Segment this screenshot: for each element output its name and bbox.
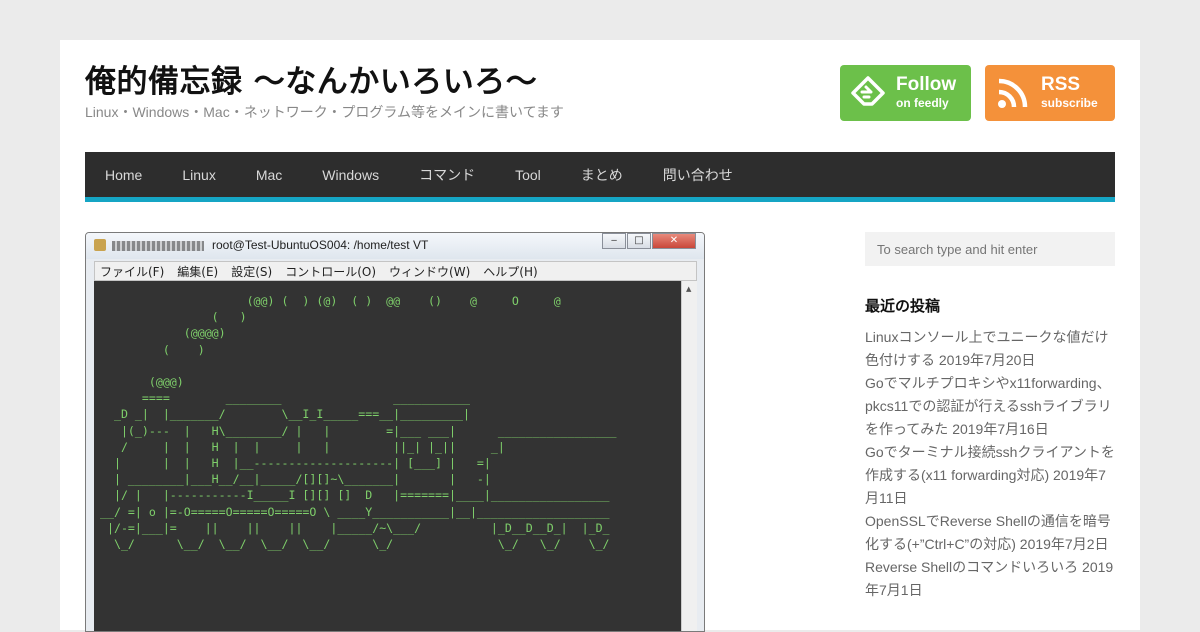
recent-post-link[interactable]: Reverse Shellのコマンドいろいろ bbox=[865, 559, 1078, 575]
terminal-scrollbar: ▲ bbox=[681, 281, 697, 631]
search-input[interactable] bbox=[865, 232, 1115, 266]
window-title: root@Test-UbuntuOS004: /home/test VT bbox=[212, 238, 429, 252]
site-description: Linux・Windows・Mac・ネットワーク・プログラム等をメインに書いてま… bbox=[85, 104, 564, 120]
rss-sub-label: subscribe bbox=[1041, 96, 1098, 110]
menu-edit: 編集(E) bbox=[177, 264, 219, 279]
maximize-icon: □ bbox=[627, 233, 651, 249]
terminal-output: (@@) ( ) (@) ( ) @@ () @ O @ ( ) (@@@@) … bbox=[94, 281, 681, 631]
sl-train-ascii: (@@) ( ) (@) ( ) @@ () @ O @ ( ) (@@@@) … bbox=[100, 294, 617, 552]
rss-subscribe-button[interactable]: RSS subscribe bbox=[985, 65, 1115, 121]
nav-item-mac[interactable]: Mac bbox=[256, 167, 282, 183]
nav-item-home[interactable]: Home bbox=[105, 167, 142, 183]
nav-item-tool[interactable]: Tool bbox=[515, 167, 541, 183]
post-date: 2019年7月2日 bbox=[1019, 536, 1109, 552]
site-title[interactable]: 俺的備忘録 〜なんかいろいろ〜 bbox=[85, 56, 537, 101]
list-item: OpenSSLでReverse Shellの通信を暗号化する(+”Ctrl+C”… bbox=[865, 510, 1115, 556]
list-item: Goでターミナル接続sshクライアントを作成する(x11 forwarding対… bbox=[865, 441, 1115, 510]
minimize-icon: ‒ bbox=[602, 233, 626, 249]
nav-item-command[interactable]: コマンド bbox=[419, 165, 475, 185]
post-date: 2019年7月16日 bbox=[952, 421, 1049, 437]
menu-control: コントロール(O) bbox=[285, 264, 377, 279]
nav-item-linux[interactable]: Linux bbox=[182, 167, 215, 183]
list-item: Goでマルチプロキシやx11forwarding、pkcs11での認証が行えるs… bbox=[865, 372, 1115, 441]
menu-file: ファイル(F) bbox=[100, 264, 165, 279]
nav-item-contact[interactable]: 問い合わせ bbox=[663, 165, 733, 185]
app-icon bbox=[94, 239, 106, 251]
feedly-icon bbox=[851, 76, 885, 106]
list-item: Reverse Shellのコマンドいろいろ 2019年7月1日 bbox=[865, 556, 1115, 602]
rss-main-label: RSS bbox=[1041, 74, 1081, 95]
menu-window: ウィンドウ(W) bbox=[389, 264, 471, 279]
blurred-text bbox=[112, 240, 204, 251]
feedly-follow-button[interactable]: Follow on feedly bbox=[840, 65, 971, 121]
article-screenshot[interactable]: root@Test-UbuntuOS004: /home/test VT ‒ □… bbox=[85, 232, 705, 632]
window-titlebar: root@Test-UbuntuOS004: /home/test VT ‒ □… bbox=[86, 233, 704, 259]
rss-icon bbox=[998, 78, 1028, 108]
post-date: 2019年7月20日 bbox=[938, 352, 1036, 368]
main-navigation: Home Linux Mac Windows コマンド Tool まとめ 問い合… bbox=[85, 152, 1115, 202]
page: 俺的備忘録 〜なんかいろいろ〜 Linux・Windows・Mac・ネットワーク… bbox=[60, 40, 1140, 632]
menu-help: ヘルプ(H) bbox=[483, 264, 538, 279]
window-menubar: ファイル(F) 編集(E) 設定(S) コントロール(O) ウィンドウ(W) ヘ… bbox=[94, 261, 697, 281]
close-icon: ✕ bbox=[652, 233, 696, 249]
menu-settings: 設定(S) bbox=[231, 264, 273, 279]
nav-item-summary[interactable]: まとめ bbox=[581, 165, 623, 185]
feedly-main-label: Follow bbox=[896, 74, 957, 95]
nav-item-windows[interactable]: Windows bbox=[322, 167, 379, 183]
recent-posts-title: 最近の投稿 bbox=[865, 297, 941, 315]
feedly-sub-label: on feedly bbox=[896, 96, 949, 110]
scroll-up-icon: ▲ bbox=[686, 285, 692, 293]
list-item: Linuxコンソール上でユニークな値だけ色付けする 2019年7月20日 bbox=[865, 326, 1115, 372]
recent-posts-list: Linuxコンソール上でユニークな値だけ色付けする 2019年7月20日 Goで… bbox=[865, 326, 1115, 602]
